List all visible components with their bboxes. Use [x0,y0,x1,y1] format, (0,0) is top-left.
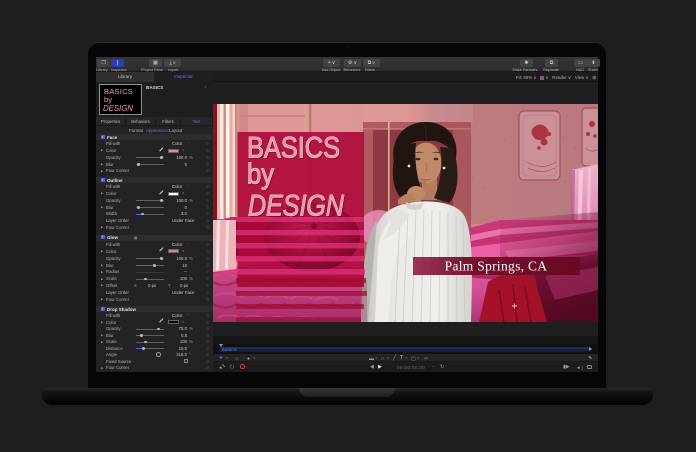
svg-text:by: by [247,159,274,191]
svg-text:Palm Springs, CA: Palm Springs, CA [445,259,548,274]
svg-text:DESIGN: DESIGN [248,190,344,223]
